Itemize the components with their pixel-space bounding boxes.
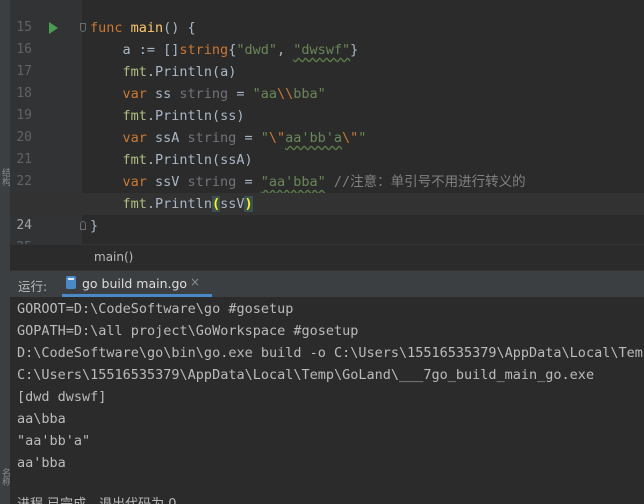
console-line: C:\Users\15516535379\AppData\Local\Temp\… [17,367,595,383]
console-exit-line: 进程 已完成，退出代码为 0 [17,494,177,504]
code-line-18: 18 fmt.Println(a) [10,61,644,101]
matched-paren: ( [211,196,221,212]
token-escape: \" [268,130,286,146]
run-tab-label: go build main.go [82,276,188,291]
run-gutter-icon[interactable] [49,22,58,34]
token-string: "aa'bba" [260,174,326,190]
token-keyword: var [122,86,147,102]
token-arg: ssV [220,196,245,212]
console-line: GOROOT=D:\CodeSoftware\go #gosetup [17,301,294,317]
token-package: fmt [122,152,147,168]
token-plain: . [146,64,156,80]
run-panel-header: 运行: go build main.go × [10,271,644,298]
token-string: "dwd" [236,42,277,58]
token-string: "dwswf" [293,42,351,58]
console-line: D:\CodeSoftware\go\bin\go.exe build -o C… [17,345,644,361]
token-var-name: ssA [146,130,188,146]
token-type: string [179,42,229,58]
token-plain: . [146,152,156,168]
token-plain: . [146,196,156,212]
token-package: fmt [122,108,147,124]
matched-paren: ) [244,196,253,212]
token-plain: } [90,218,99,234]
fold-icon[interactable] [80,23,86,32]
token-string: bba" [293,86,326,102]
bookmarks-tab[interactable]: 名称 [0,468,10,486]
token-call: Println [155,196,212,212]
go-file-icon [66,276,76,289]
run-tab-go-build[interactable]: go build main.go × [62,271,212,297]
token-plain: = [236,130,261,146]
token-type: string [179,86,229,102]
token-string: "aa [252,86,277,102]
breadcrumb-bar: main() [10,244,644,271]
token-var-name: ssV [146,174,188,190]
token-call: Println(a) [155,64,237,80]
code-line-22: 22 fmt.Println(ssA) [10,149,644,189]
console-line: "aa'bb'a" [17,433,91,449]
token-call: Println(ssA) [155,152,253,168]
token-plain: = [228,86,253,102]
token-package: fmt [122,196,147,212]
token-plain: , [276,42,294,58]
token-plain: . [146,108,156,124]
breadcrumb-main[interactable]: main() [94,250,133,264]
code-line-23: 23 var ssV string = "aa'bba" //注意：单引号不用进… [10,171,644,211]
token-type: string [187,174,237,190]
structure-tab[interactable]: 结构 [0,168,10,186]
code-line-20: 20 fmt.Println(ss) [10,105,644,145]
token-plain: = [236,174,261,190]
token-package: fmt [122,64,147,80]
fold-end-icon[interactable] [80,221,86,230]
code-line-15: 15 [10,0,644,35]
token-string: " [358,130,367,146]
token-escape: \" [342,130,359,146]
token-string: " [260,130,269,146]
token-string: aa'bb'a [285,130,343,146]
token-call: Println(ss) [155,108,245,124]
run-console[interactable]: GOROOT=D:\CodeSoftware\go #gosetup GOPAT… [10,297,644,504]
code-line-25: 25 } [10,215,644,244]
token-escape: \\ [276,86,294,102]
code-line-19: 19 var ss string = "aa\\bba" [10,83,644,123]
token-plain: } [350,42,359,58]
console-line: aa'bba [17,455,66,471]
token-func-name: main [130,20,164,36]
token-var-name: ss [146,86,180,102]
code-line-16: 16 func main() { [10,17,644,57]
close-icon[interactable]: × [190,275,200,289]
token-keyword: func [90,20,123,36]
code-line-17: 17 a := []string{"dwd", "dwswf"} [10,39,644,79]
token-keyword: var [122,130,147,146]
console-line: aa\bba [17,411,66,427]
token-plain: a := [] [122,42,180,58]
token-keyword: var [122,174,147,190]
run-label: 运行: [18,279,48,294]
code-editor[interactable]: 15 16 func main() { 17 a := []string{"dw… [10,0,644,244]
token-comment: //注意：单引号不用进行转义的 [325,174,526,190]
token-plain: () { [163,20,196,36]
code-line-24-current: 24 fmt.Println(ssV) [10,193,644,233]
console-line: [dwd dwswf] [17,389,107,405]
line-number: 25 [10,237,32,244]
token-type: string [187,130,237,146]
code-line-21: 21 var ssA string = "\"aa'bb'a\"" [10,127,644,167]
console-line: GOPATH=D:\all project\GoWorkspace #goset… [17,323,359,339]
